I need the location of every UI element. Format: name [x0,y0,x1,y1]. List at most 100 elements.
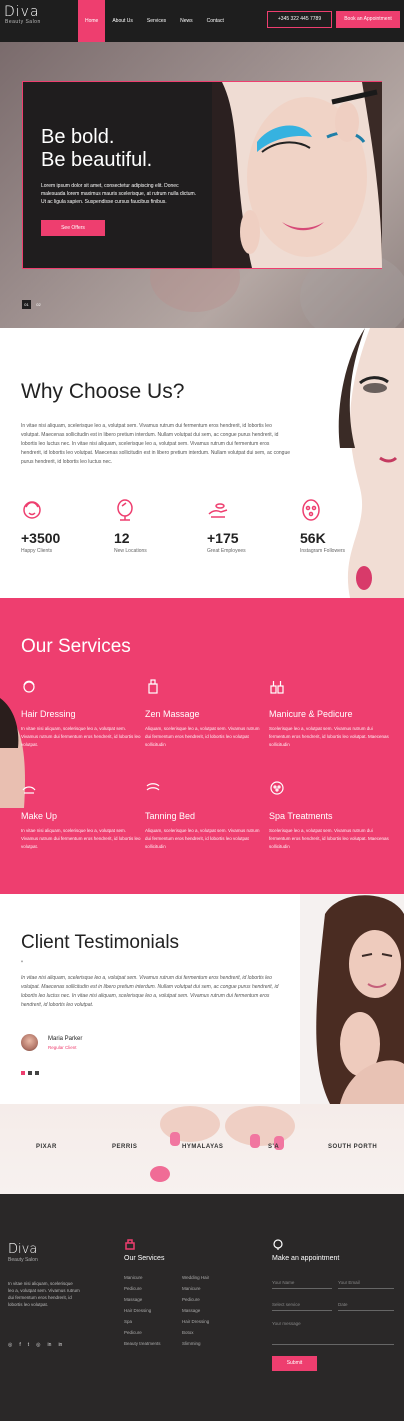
footer-link[interactable]: Hair Dressing [182,1316,209,1327]
services-section: Our Services Hair Dressing In vitae nisi… [0,598,404,894]
why-model-photo [338,328,404,598]
footer-link[interactable]: Slimming [182,1338,209,1349]
instagram-icon[interactable]: ◎ [8,1342,12,1348]
tanning-icon [146,783,160,791]
main-nav: Home About Us Services News Contact [78,0,231,42]
hero-title: Be bold. Be beautiful. [41,126,152,172]
see-offers-button[interactable]: See Offers [41,220,105,236]
service-tanning-bed[interactable]: Tanning Bed Aliquam, scelerisque leo a, … [145,780,265,851]
testimonials-section: Client Testimonials “ In vitae nisi aliq… [0,894,404,1104]
manicure-photo [150,1106,295,1182]
stat-happy-clients: +3500 Happy Clients [21,498,101,554]
submit-button[interactable]: Submit [272,1356,317,1371]
nail-polish-icon [270,681,284,694]
service-description: Scelerisque leo a, volutpat sem. Vivamus… [269,828,389,849]
slide-1-dot[interactable]: 01 [22,300,31,309]
footer-logo[interactable]: Diva Beauty Salon [8,1242,38,1263]
book-appointment-button[interactable]: Book an Appointment [336,11,400,28]
name-input[interactable]: Your Name [272,1277,332,1289]
testimonial-model-photo [300,894,404,1104]
footer-link[interactable]: Botox [182,1327,209,1338]
footer-link[interactable]: Massage [182,1305,209,1316]
service-title: Spa Treatments [269,811,333,821]
stat-number: +3500 [21,530,61,546]
mask-icon [302,499,320,521]
service-make-up[interactable]: Make Up In vitae nisi aliquam, scelerisq… [21,780,141,851]
brand-logo: PIXAR [36,1144,57,1150]
testimonial-pagination [21,1071,39,1075]
hero-card: Be bold. Be beautiful. Lorem ipsum dolor… [22,81,382,269]
service-manicure-pedicure[interactable]: Manicure & Pedicure Scelerisque leo a, v… [269,678,389,749]
client-name: Maria Parker [48,1036,83,1042]
footer-services-title: Our Services [124,1255,165,1262]
footer-link[interactable]: Manicure [124,1272,161,1283]
footer-link[interactable]: Spa [124,1316,161,1327]
site-header: Diva Beauty Salon Home About Us Services… [0,0,404,42]
face-icon [23,501,41,519]
footer-services-col1: Manicure Pedicure Massage Hair Dressing … [124,1272,161,1349]
nav-services[interactable]: Services [140,0,173,42]
service-select[interactable]: Select service [272,1299,332,1311]
email-input[interactable]: Your Email [338,1277,394,1289]
phone-button[interactable]: +345 322 445 7789 [267,11,332,28]
logo[interactable]: Diva Beauty Salon [4,5,41,25]
why-description: In vitae nisi aliquam, scelerisque leo a… [21,423,291,465]
service-description: Aliquam, scelerisque leo a, volutpat sem… [145,726,260,747]
nav-about[interactable]: About Us [105,0,140,42]
nav-contact[interactable]: Contact [200,0,231,42]
footer-link[interactable]: Beauty treatments [124,1338,161,1349]
footer-link[interactable]: Wedding Hair [182,1272,209,1283]
stat-new-locations: 12 New Locations [114,498,194,554]
testimonial-text: In vitae nisi aliquam, scelerisque leo a… [21,975,279,1008]
testimonial-dot-2[interactable] [28,1071,32,1075]
footer-link[interactable]: Pedicure [124,1327,161,1338]
dribbble-icon[interactable]: ◎ [36,1342,40,1348]
footer-services-col2: Wedding Hair Manicure Pedicure Massage H… [182,1272,209,1349]
logo-name: Diva [4,4,40,20]
footer-link[interactable]: Pedicure [124,1283,161,1294]
hero-description: Lorem ipsum dolor sit amet, consectetur … [41,183,197,205]
nav-home[interactable]: Home [78,0,106,42]
nav-news[interactable]: News [173,0,200,42]
oil-bottle-icon [148,679,158,694]
linkedin-icon[interactable]: in [48,1342,52,1348]
twitter-icon[interactable]: t [28,1342,29,1348]
facebook-icon[interactable]: f [19,1342,20,1348]
service-description: Aliquam, scelerisque leo a, volutpat sem… [145,828,260,849]
logo-subtitle: Beauty Salon [5,19,41,25]
service-spa-treatments[interactable]: Spa Treatments Scelerisque leo a, volutp… [269,780,389,851]
service-hair-dressing[interactable]: Hair Dressing In vitae nisi aliquam, sce… [21,678,141,749]
makeup-icon [22,786,36,794]
message-textarea[interactable]: Your message [272,1321,394,1345]
brands-section: PIXAR PERRIS HYMALAYAS S'A SOUTH PORTH [0,1104,404,1194]
footer-link[interactable]: Hair Dressing [124,1305,161,1316]
linkedin-icon[interactable]: in [58,1342,62,1348]
hero-title-line2: Be beautiful. [41,149,153,171]
slide-2-dot[interactable]: 02 [34,300,43,309]
hand-icon [208,503,228,518]
footer-logo-subtitle: Beauty Salon [8,1257,38,1263]
footer-link[interactable]: Pedicure [182,1294,209,1305]
footer-logo-name: Diva [8,1242,38,1257]
testimonial-dot-1[interactable] [21,1071,25,1075]
date-input[interactable]: Date [338,1299,394,1311]
quote-icon: “ [21,961,23,967]
brand-logo: PERRIS [112,1144,138,1150]
service-title: Hair Dressing [21,709,76,719]
brand-logo: S'A [268,1144,280,1150]
service-description: In vitae nisi aliquam, scelerisque leo a… [21,828,141,849]
why-choose-us-section: Why Choose Us? In vitae nisi aliquam, sc… [0,328,404,598]
avatar [21,1034,38,1051]
service-title: Manicure & Pedicure [269,709,353,719]
testimonial-dot-3[interactable] [35,1071,39,1075]
appointment-title: Make an appointment [272,1255,340,1262]
footer-description: In vitae nisi aliquam, scelerisque leo a… [8,1281,80,1307]
services-title: Our Services [21,636,131,657]
client-role: Regular Client [48,1045,77,1050]
footer-link[interactable]: Massage [124,1294,161,1305]
brand-logo: SOUTH PORTH [328,1144,378,1150]
service-zen-massage[interactable]: Zen Massage Aliquam, scelerisque leo a, … [145,678,265,749]
footer-link[interactable]: Manicure [182,1283,209,1294]
why-title: Why Choose Us? [21,380,185,403]
hero-title-line1: Be bold. [41,126,115,148]
